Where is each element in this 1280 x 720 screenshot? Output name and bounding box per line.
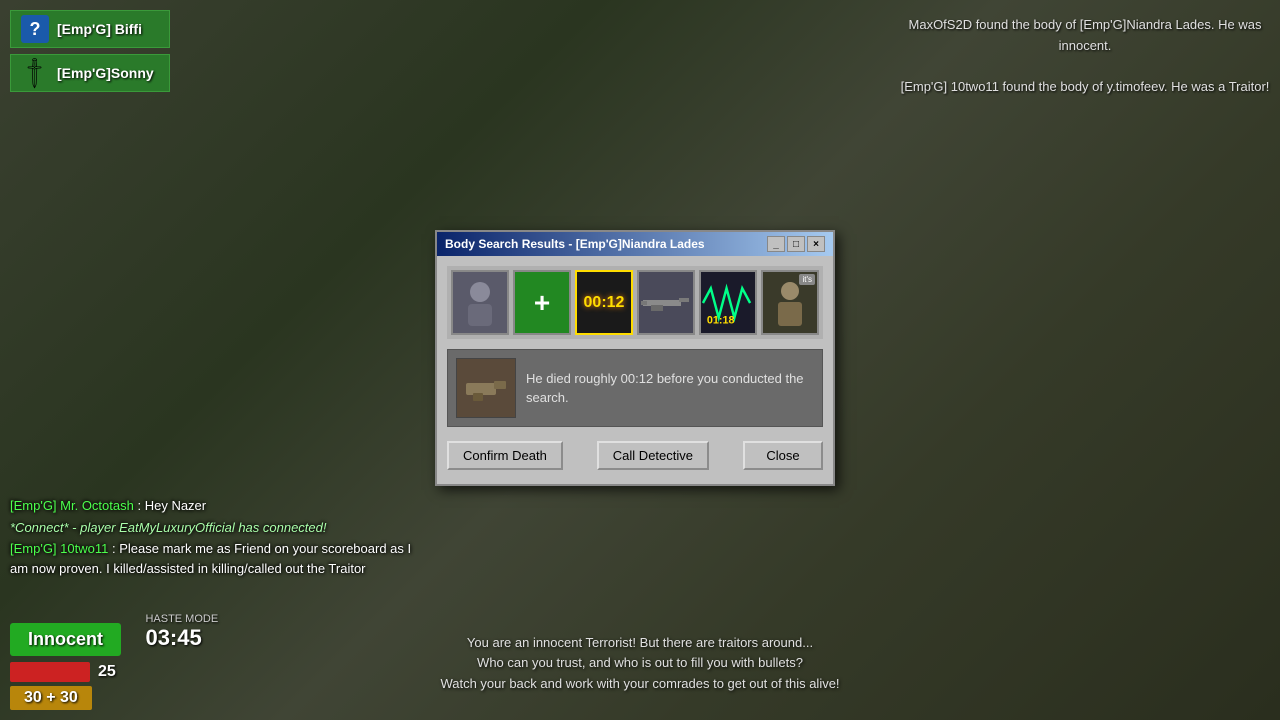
call-detective-button[interactable]: Call Detective xyxy=(597,441,709,470)
time-icon-bg: 00:12 xyxy=(577,272,631,333)
icon-weapon[interactable] xyxy=(637,270,695,335)
role-badge: Innocent xyxy=(10,623,121,656)
bottom-text-line3: Watch your back and work with your comra… xyxy=(440,674,839,695)
icon-player-avatar[interactable] xyxy=(451,270,509,335)
info-text: He died roughly 00:12 before you conduct… xyxy=(526,369,814,408)
knife-icon: 🗡 xyxy=(16,54,54,92)
rifle-icon xyxy=(641,291,691,315)
close-button[interactable]: × xyxy=(807,236,825,252)
player-icon-sonny: 🗡 xyxy=(21,59,49,87)
health-bar xyxy=(10,662,90,682)
chat-line-1: [Emp'G] Mr. Octotash : Hey Nazer xyxy=(10,496,430,516)
notification-line-2: [Emp'G] 10two11 found the body of y.timo… xyxy=(900,77,1270,98)
suspect-silhouette-icon xyxy=(770,278,810,328)
haste-label: HASTE MODE xyxy=(145,613,218,625)
player-name-sonny: [Emp'G]Sonny xyxy=(57,65,154,81)
chat-text-1: : Hey Nazer xyxy=(137,498,206,513)
player-item-biffi[interactable]: ? [Emp'G] Biffi xyxy=(10,10,170,48)
dialog-buttons: Confirm Death Call Detective Close xyxy=(447,437,823,474)
body-search-dialog: Body Search Results - [Emp'G]Niandra Lad… xyxy=(435,230,835,486)
bottom-text-line2: Who can you trust, and who is out to fil… xyxy=(440,653,839,674)
dna-wave-icon: 01:18 xyxy=(701,278,755,328)
icon-health[interactable]: + xyxy=(513,270,571,335)
health-icon-bg: + xyxy=(515,272,569,333)
suspect-icon-bg: it's xyxy=(763,272,817,333)
confirm-death-button[interactable]: Confirm Death xyxy=(447,441,563,470)
dialog-body: + 00:12 xyxy=(437,256,833,484)
haste-mode: HASTE MODE 03:45 xyxy=(145,613,218,651)
ammo-value: 30 + 30 xyxy=(24,689,78,706)
maximize-button[interactable]: □ xyxy=(787,236,805,252)
chat-line-connect: *Connect* - player EatMyLuxuryOfficial h… xyxy=(10,518,430,538)
bottom-center-text: You are an innocent Terrorist! But there… xyxy=(440,633,839,695)
info-icon xyxy=(456,358,516,418)
player-icon-biffi: ? xyxy=(21,15,49,43)
info-panel: He died roughly 00:12 before you conduct… xyxy=(447,349,823,427)
health-value: 25 xyxy=(98,663,116,681)
weapon-icon-bg xyxy=(639,272,693,333)
svg-text:01:18: 01:18 xyxy=(707,314,735,326)
icon-strip: + 00:12 xyxy=(447,266,823,339)
dna-icon-bg: 01:18 xyxy=(701,272,755,333)
health-cross-icon: + xyxy=(534,287,550,319)
info-weapon-icon xyxy=(461,363,511,413)
dialog-titlebar: Body Search Results - [Emp'G]Niandra Lad… xyxy=(437,232,833,256)
time-text: 00:12 xyxy=(584,294,625,312)
notification-line-1: MaxOfS2D found the body of [Emp'G]Niandr… xyxy=(900,15,1270,57)
icon-dna[interactable]: 01:18 xyxy=(699,270,757,335)
player-silhouette-icon xyxy=(460,278,500,328)
dialog-title: Body Search Results - [Emp'G]Niandra Lad… xyxy=(445,237,765,251)
icon-suspect[interactable]: it's xyxy=(761,270,819,335)
chat-player-name-1: [Emp'G] Mr. Octotash xyxy=(10,498,134,513)
suspect-badge: it's xyxy=(799,274,815,285)
player-item-sonny[interactable]: 🗡 [Emp'G]Sonny xyxy=(10,54,170,92)
question-icon: ? xyxy=(21,15,49,43)
minimize-button[interactable]: _ xyxy=(767,236,785,252)
haste-timer: 03:45 xyxy=(145,625,201,650)
dialog-close-button[interactable]: Close xyxy=(743,441,823,470)
chat-area: [Emp'G] Mr. Octotash : Hey Nazer *Connec… xyxy=(10,496,430,580)
player-list: ? [Emp'G] Biffi 🗡 [Emp'G]Sonny xyxy=(10,10,170,92)
chat-line-2: [Emp'G] 10two11 : Please mark me as Frie… xyxy=(10,539,430,578)
chat-player-name-2: [Emp'G] 10two11 xyxy=(10,541,108,556)
player-avatar-bg xyxy=(453,272,507,333)
chat-connect-text: *Connect* - player EatMyLuxuryOfficial h… xyxy=(10,520,327,535)
icon-time-of-death[interactable]: 00:12 xyxy=(575,270,633,335)
notifications-panel: MaxOfS2D found the body of [Emp'G]Niandr… xyxy=(900,15,1270,98)
bottom-text-line1: You are an innocent Terrorist! But there… xyxy=(440,633,839,654)
player-name-biffi: [Emp'G] Biffi xyxy=(57,21,142,37)
ammo-display: 30 + 30 xyxy=(10,686,92,710)
